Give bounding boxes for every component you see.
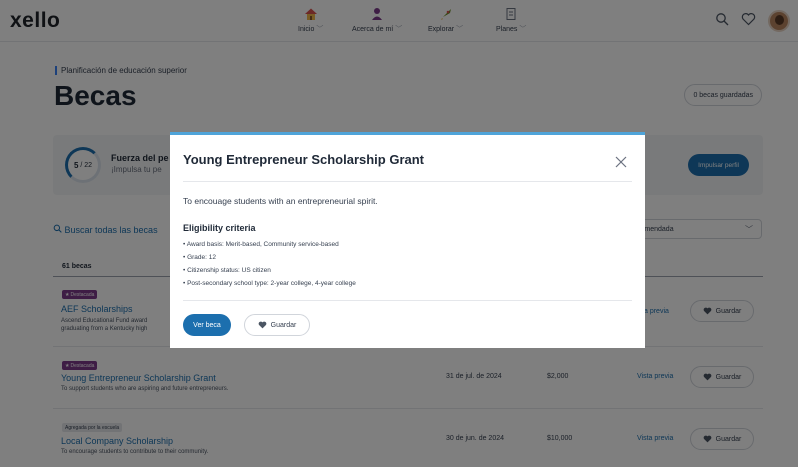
- scholarship-modal: Young Entrepreneur Scholarship Grant To …: [170, 132, 645, 348]
- modal-divider: [183, 300, 632, 301]
- modal-save-button[interactable]: Guardar: [244, 314, 310, 336]
- eligibility-item: • Grade: 12: [183, 254, 216, 261]
- heart-icon: [258, 321, 267, 329]
- eligibility-list: • Award basis: Merit-based, Community se…: [183, 238, 356, 290]
- eligibility-item: • Citizenship status: US citizen: [183, 267, 271, 274]
- eligibility-item: • Post-secondary school type: 2-year col…: [183, 280, 356, 287]
- close-icon[interactable]: [614, 155, 628, 169]
- modal-description: To encouage students with an entrepreneu…: [183, 196, 378, 206]
- eligibility-title: Eligibility criteria: [183, 223, 256, 233]
- modal-divider: [183, 181, 632, 182]
- view-scholarship-button[interactable]: Ver beca: [183, 314, 231, 336]
- eligibility-item: • Award basis: Merit-based, Community se…: [183, 241, 339, 248]
- modal-title: Young Entrepreneur Scholarship Grant: [183, 152, 425, 167]
